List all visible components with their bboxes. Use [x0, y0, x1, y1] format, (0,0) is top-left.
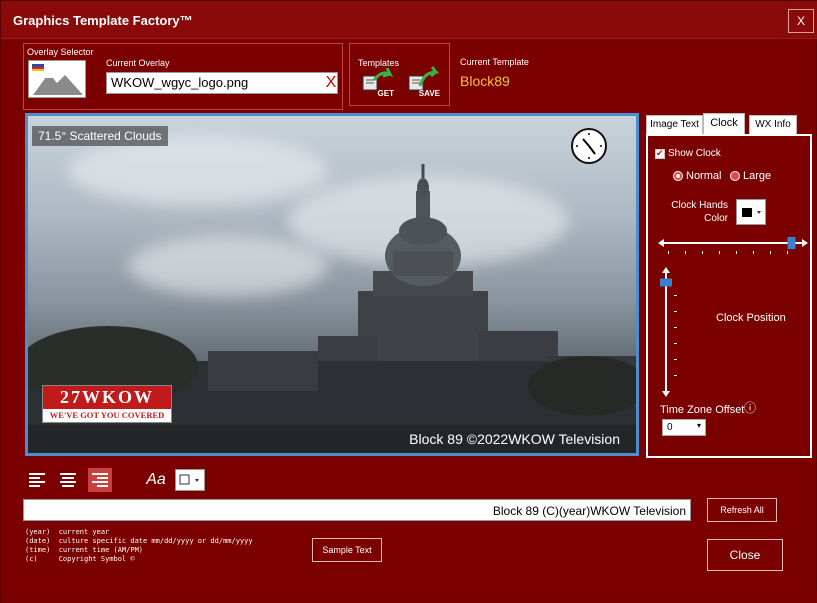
time-zone-label: Time Zone Offset: [660, 404, 745, 416]
color-picker-icon: [179, 474, 199, 485]
overlay-clear-button[interactable]: X: [324, 72, 338, 94]
color-picker-icon: [742, 208, 761, 217]
current-template-label: Current Template: [460, 57, 529, 67]
time-zone-select[interactable]: 0 ▾: [662, 419, 706, 436]
weather-text: 71.5° Scattered Clouds: [32, 126, 168, 146]
overlay-text-field[interactable]: Block 89 (C)(year)WKOW Television: [23, 499, 691, 521]
clock-icon: [575, 132, 603, 160]
refresh-all-button[interactable]: Refresh All: [707, 498, 777, 522]
templates-group: Templates GET SAVE: [349, 43, 450, 106]
checkmark-icon: ✔: [656, 148, 664, 158]
align-center-button[interactable]: [56, 468, 80, 492]
logo-tagline: WE'VE GOT YOU COVERED: [49, 410, 165, 420]
station-logo: 27WKOW WE'VE GOT YOU COVERED: [42, 385, 172, 423]
align-right-button[interactable]: [88, 468, 112, 492]
tab-clock[interactable]: Clock: [703, 113, 745, 135]
preview-icon: [29, 61, 85, 97]
overlay-group: Overlay Selector Current Overlay WKOW_wg…: [23, 43, 343, 110]
help-line: (c) Copyright Symbol ©: [25, 555, 135, 563]
window-close-button[interactable]: X: [788, 9, 814, 33]
preview-caption-text: Block 89 ©2022WKOW Television: [409, 431, 620, 447]
logo-top-text: 27WKOW: [43, 386, 171, 409]
clock-overlay: [571, 128, 607, 164]
size-large-radio[interactable]: [730, 171, 740, 181]
text-color-picker[interactable]: [175, 469, 205, 491]
align-left-icon: [29, 473, 45, 487]
current-overlay-field[interactable]: WKOW_wgyc_logo.png: [106, 72, 338, 94]
size-large-label: Large: [743, 170, 772, 182]
save-template-button[interactable]: SAVE: [406, 64, 440, 98]
current-template-value: Block89: [460, 73, 510, 89]
preview-panel: 71.5° Scattered Clouds 27WKOW WE'VE GOT …: [25, 113, 639, 456]
get-template-button[interactable]: GET: [360, 64, 394, 98]
title-bar: Graphics Template Factory™ X: [1, 1, 817, 39]
tab-image-text[interactable]: Image Text: [646, 115, 703, 135]
tab-wx-info[interactable]: WX Info: [749, 115, 797, 135]
save-label: SAVE: [418, 89, 440, 98]
overlay-selector-label: Overlay Selector: [27, 47, 94, 57]
overlay-selector-button[interactable]: [28, 60, 86, 98]
sample-text-button[interactable]: Sample Text: [312, 538, 382, 562]
status-strip: [1, 591, 817, 603]
align-left-button[interactable]: [25, 468, 49, 492]
help-line: (time) current time (AM/PM): [25, 546, 144, 554]
settings-tabs: Image Text Clock WX Info: [646, 113, 812, 135]
align-right-icon: [92, 473, 108, 487]
hands-color-picker[interactable]: [736, 199, 766, 225]
font-button[interactable]: Aa: [141, 468, 171, 492]
align-center-icon: [60, 473, 76, 487]
help-text: (year) current year (date) culture specif…: [25, 528, 253, 564]
show-clock-label: Show Clock: [668, 148, 721, 159]
current-overlay-label: Current Overlay: [106, 58, 170, 68]
time-zone-value: 0: [667, 422, 673, 433]
window-title: Graphics Template Factory™: [13, 13, 193, 28]
size-normal-label: Normal: [686, 170, 722, 182]
vertical-slider-icon: [660, 267, 677, 397]
show-clock-checkbox[interactable]: ✔: [655, 148, 665, 159]
hands-color-label: Clock Hands Color: [671, 200, 728, 224]
font-icon: Aa: [146, 471, 166, 488]
help-line: (date) culture specific date mm/dd/yyyy …: [25, 537, 253, 545]
close-button[interactable]: Close: [707, 539, 783, 571]
help-line: (year) current year: [25, 528, 110, 536]
clock-position-label: Clock Position: [716, 312, 786, 324]
clock-vertical-slider[interactable]: [658, 267, 678, 397]
clock-horizontal-slider[interactable]: [658, 237, 808, 257]
chevron-down-icon: ▾: [696, 421, 701, 430]
app-window: Graphics Template Factory™ X Overlay Sel…: [0, 0, 817, 603]
size-normal-radio[interactable]: [673, 171, 683, 181]
info-icon[interactable]: ⓘ: [744, 399, 756, 416]
horizontal-slider-icon: [658, 237, 808, 254]
get-label: GET: [377, 89, 394, 98]
